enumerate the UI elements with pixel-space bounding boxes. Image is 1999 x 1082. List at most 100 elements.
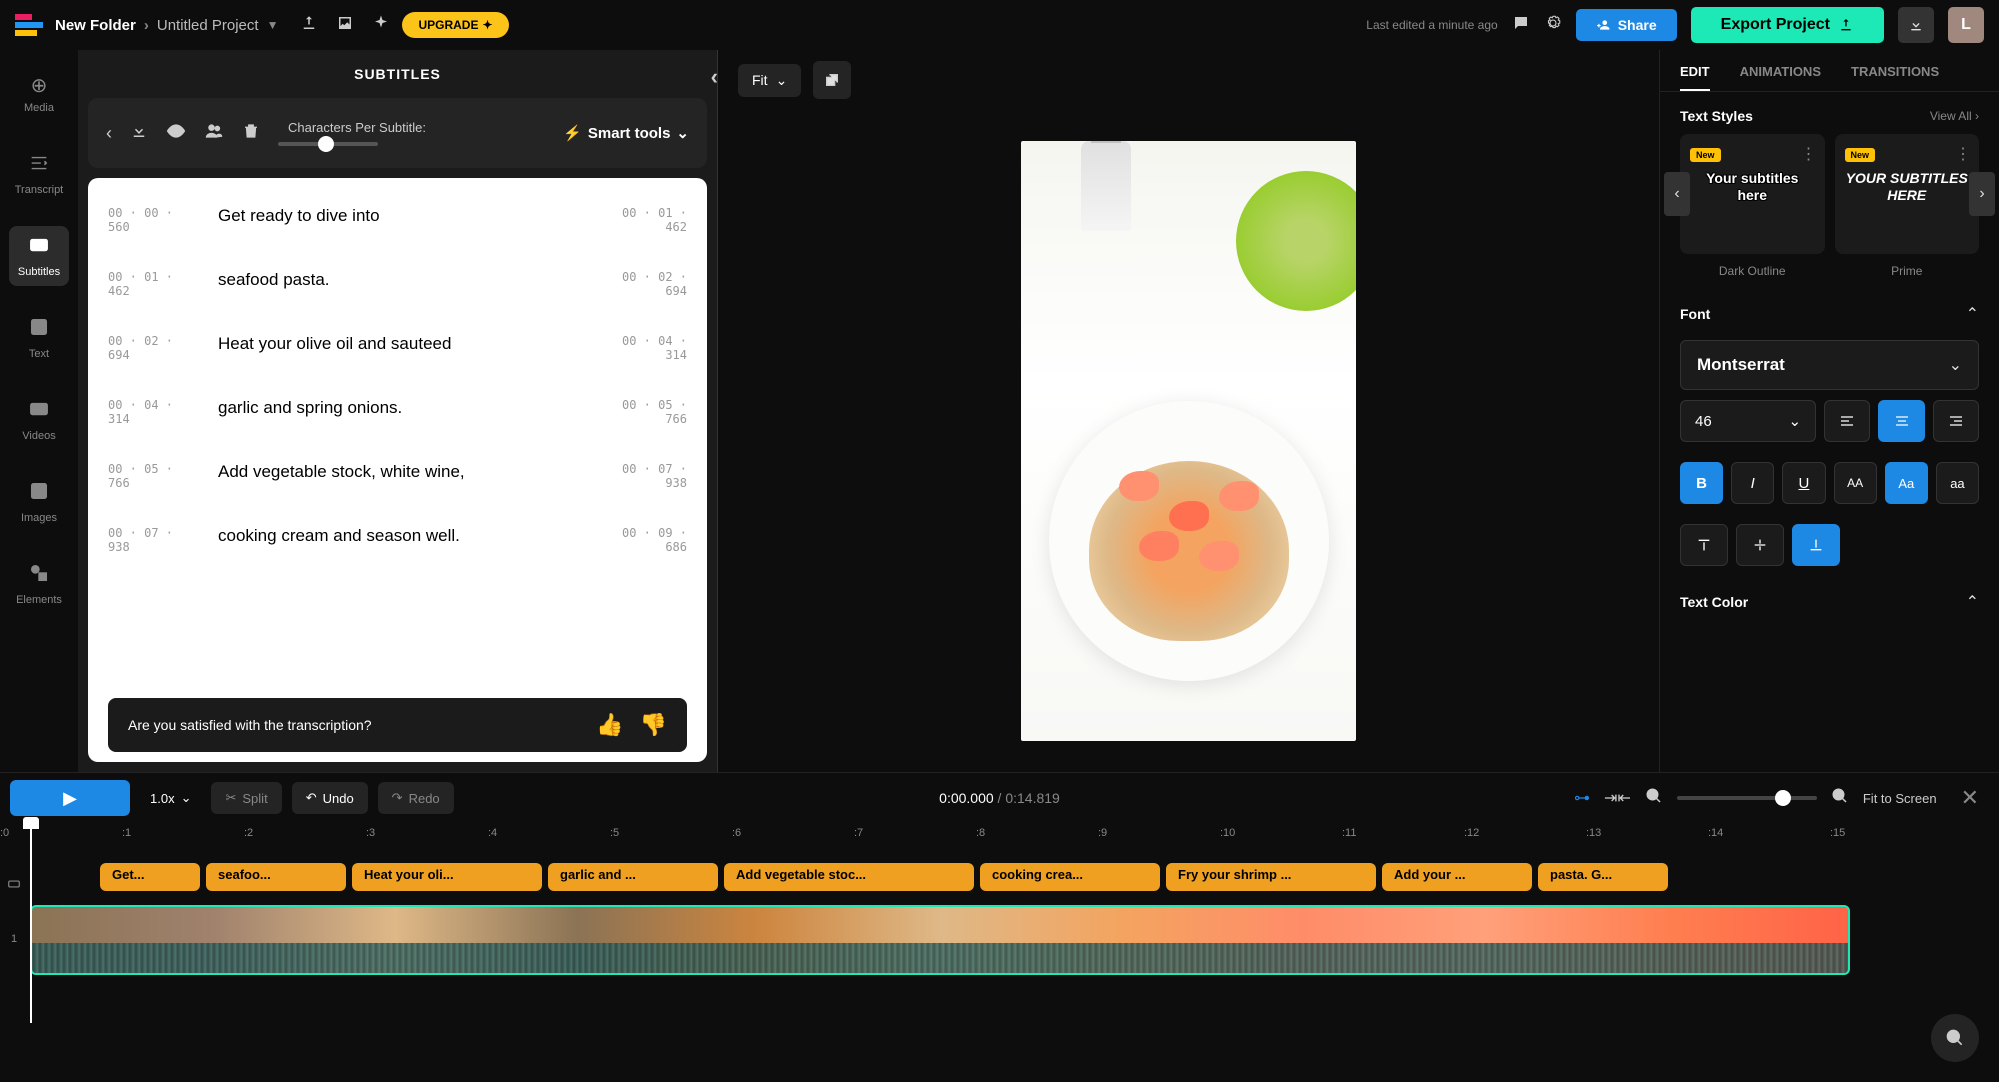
subtitle-clip[interactable]: garlic and ... [548, 863, 718, 891]
sparkle-icon[interactable] [372, 14, 390, 37]
font-family-select[interactable]: Montserrat ⌄ [1680, 340, 1979, 390]
align-right-button[interactable] [1933, 400, 1979, 442]
subtitle-text[interactable]: Add vegetable stock, white wine, [218, 462, 577, 482]
project-name[interactable]: Untitled Project [157, 17, 259, 34]
font-section-header[interactable]: Font ⌃ [1660, 288, 1999, 340]
thumbs-down-icon[interactable]: 👎 [640, 712, 667, 738]
trash-icon[interactable] [242, 122, 260, 145]
zoom-fab[interactable] [1931, 1014, 1979, 1062]
subtitle-row[interactable]: 00 · 00 · 560 Get ready to dive into 00 … [88, 188, 707, 252]
people-icon[interactable] [204, 121, 224, 146]
subtitle-clip[interactable]: Add vegetable stoc... [724, 863, 974, 891]
trim-icon[interactable]: ⇥⇤ [1604, 788, 1631, 808]
back-icon[interactable]: ‹ [106, 123, 112, 144]
valign-top-button[interactable] [1680, 524, 1728, 566]
download-icon[interactable] [130, 122, 148, 145]
subtitle-text[interactable]: Heat your olive oil and sauteed [218, 334, 577, 354]
subtitle-clip[interactable]: cooking crea... [980, 863, 1160, 891]
subtitle-row[interactable]: 00 · 02 · 694 Heat your olive oil and sa… [88, 316, 707, 380]
share-button[interactable]: Share [1576, 9, 1677, 41]
styles-prev-icon[interactable]: ‹ [1664, 172, 1690, 216]
sidebar-item-text[interactable]: Text [9, 308, 69, 368]
sidebar-item-subtitles[interactable]: Subtitles [9, 226, 69, 286]
subtitle-clip[interactable]: pasta. G... [1538, 863, 1668, 891]
sidebar-item-images[interactable]: Images [9, 472, 69, 532]
magnet-icon[interactable]: ⊶ [1574, 788, 1590, 808]
more-icon[interactable]: ⋮ [1801, 144, 1817, 164]
thumbs-up-icon[interactable]: 👍 [596, 712, 623, 738]
subtitle-list[interactable]: 00 · 00 · 560 Get ready to dive into 00 … [88, 178, 707, 762]
export-button[interactable]: Export Project [1691, 7, 1884, 43]
share-out-icon[interactable] [300, 14, 318, 37]
subtitle-row[interactable]: 00 · 05 · 766 Add vegetable stock, white… [88, 444, 707, 508]
smart-tools-button[interactable]: ⚡ Smart tools ⌄ [563, 124, 689, 142]
subtitle-clip[interactable]: Add your ... [1382, 863, 1532, 891]
detach-button[interactable] [813, 61, 851, 99]
subtitle-track[interactable]: Get...seafoo...Heat your oli...garlic an… [30, 863, 1999, 891]
uppercase-button[interactable]: AA [1834, 462, 1877, 504]
italic-button[interactable]: I [1731, 462, 1774, 504]
bold-button[interactable]: B [1680, 462, 1723, 504]
tab-animations[interactable]: ANIMATIONS [1740, 64, 1821, 91]
upgrade-button[interactable]: UPGRADE✦ [402, 12, 508, 38]
fit-to-screen-button[interactable]: Fit to Screen [1863, 791, 1937, 806]
subtitle-row[interactable]: 00 · 01 · 462 seafood pasta. 00 · 02 · 6… [88, 252, 707, 316]
app-logo[interactable] [15, 14, 43, 36]
chevron-down-icon[interactable]: ▼ [267, 18, 279, 32]
close-icon[interactable]: ✕ [1951, 785, 1989, 811]
subtitle-text[interactable]: Get ready to dive into [218, 206, 577, 226]
tab-edit[interactable]: EDIT [1680, 64, 1710, 91]
sidebar-item-elements[interactable]: Elements [9, 554, 69, 614]
subtitle-row[interactable]: 00 · 04 · 314 garlic and spring onions. … [88, 380, 707, 444]
zoom-in-icon[interactable] [1831, 787, 1849, 810]
style-card-prime[interactable]: New ⋮ YOUR SUBTITLES HERE [1835, 134, 1980, 254]
preview-canvas[interactable] [718, 110, 1659, 772]
avatar[interactable]: L [1948, 7, 1984, 43]
subtitle-clip[interactable]: seafoo... [206, 863, 346, 891]
comment-icon[interactable] [1512, 14, 1530, 37]
align-center-button[interactable] [1878, 400, 1924, 442]
collapse-panel-icon[interactable]: ‹ [711, 64, 719, 90]
subtitle-clip[interactable]: Get... [100, 863, 200, 891]
subtitle-text[interactable]: cooking cream and season well. [218, 526, 577, 546]
tab-transitions[interactable]: TRANSITIONS [1851, 64, 1939, 91]
video-preview[interactable] [1021, 141, 1356, 741]
underline-button[interactable]: U [1782, 462, 1825, 504]
sidebar-item-transcript[interactable]: Transcript [9, 144, 69, 204]
subtitle-text[interactable]: seafood pasta. [218, 270, 577, 290]
video-clip[interactable] [30, 905, 1850, 975]
font-size-select[interactable]: 46⌄ [1680, 400, 1816, 442]
subtitle-clip[interactable]: Heat your oli... [352, 863, 542, 891]
valign-middle-button[interactable] [1736, 524, 1784, 566]
play-button[interactable]: ▶ [10, 780, 130, 816]
subtitle-clip[interactable]: Fry your shrimp ... [1166, 863, 1376, 891]
valign-bottom-button[interactable] [1792, 524, 1840, 566]
titlecase-button[interactable]: Aa [1885, 462, 1928, 504]
styles-next-icon[interactable]: › [1969, 172, 1995, 216]
zoom-slider[interactable] [1677, 796, 1817, 800]
zoom-out-icon[interactable] [1645, 787, 1663, 810]
more-icon[interactable]: ⋮ [1955, 144, 1971, 164]
redo-button[interactable]: ↷Redo [378, 782, 454, 814]
eye-icon[interactable] [166, 121, 186, 146]
speed-select[interactable]: 1.0x⌄ [140, 790, 201, 806]
timeline-ruler[interactable]: :0:1:2:3:4:5:6:7:8:9:10:11:12:13:14:15 [0, 823, 1999, 849]
undo-button[interactable]: ↶Undo [292, 782, 368, 814]
subtitle-text[interactable]: garlic and spring onions. [218, 398, 577, 418]
subtitle-row[interactable]: 00 · 07 · 938 cooking cream and season w… [88, 508, 707, 572]
split-button[interactable]: ✂Split [211, 782, 281, 814]
lowercase-button[interactable]: aa [1936, 462, 1979, 504]
align-left-button[interactable] [1824, 400, 1870, 442]
download-button[interactable] [1898, 7, 1934, 43]
playhead[interactable] [30, 823, 32, 1023]
sidebar-item-media[interactable]: ⊕Media [9, 65, 69, 122]
image-icon[interactable] [336, 14, 354, 37]
video-track[interactable] [30, 905, 1999, 975]
sidebar-item-videos[interactable]: Videos [9, 390, 69, 450]
gear-icon[interactable] [1544, 14, 1562, 37]
view-all-link[interactable]: View All › [1930, 109, 1979, 123]
fit-dropdown[interactable]: Fit⌄ [738, 64, 801, 97]
style-card-dark-outline[interactable]: New ⋮ Your subtitles here [1680, 134, 1825, 254]
text-color-section-header[interactable]: Text Color ⌃ [1660, 576, 1999, 628]
chars-slider[interactable] [278, 142, 378, 146]
